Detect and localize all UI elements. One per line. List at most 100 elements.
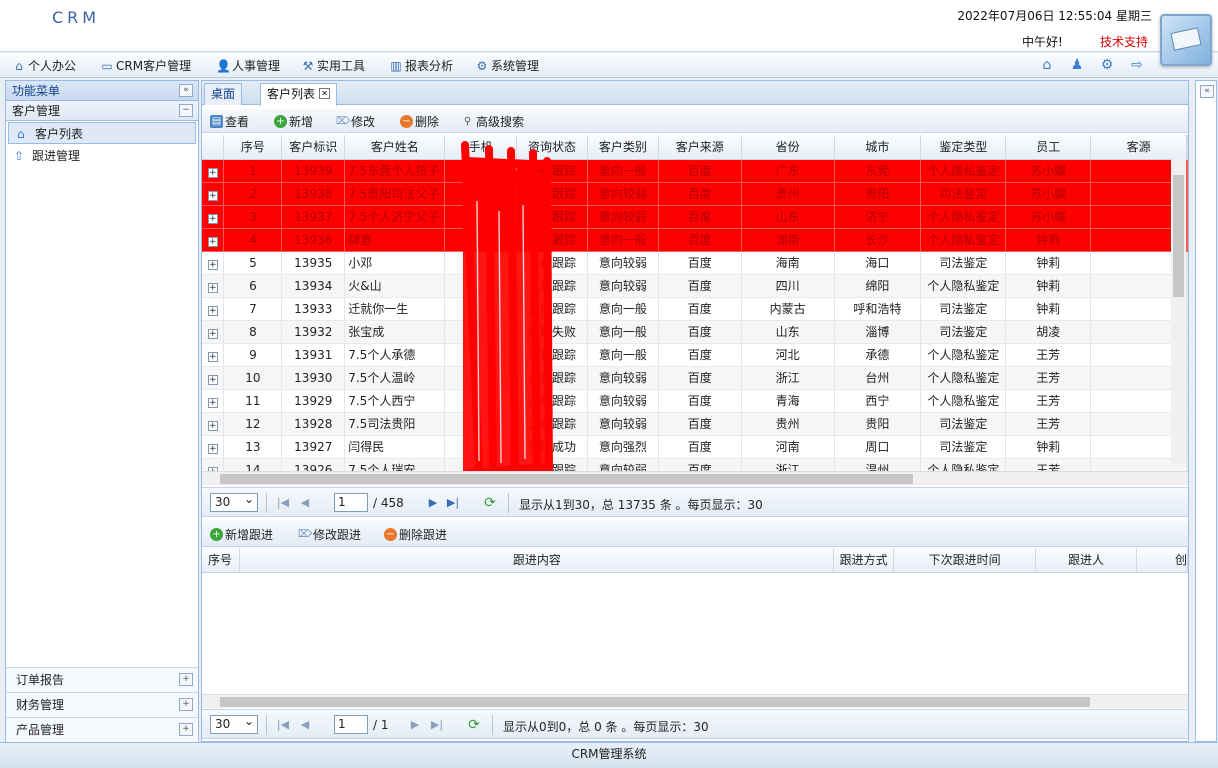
col-header[interactable]: 客户标识 <box>281 135 346 160</box>
table-row[interactable]: +13 13927 闫得民 受理成功 意向强烈 百度 河南 周口 司法鉴定 钟莉 <box>202 435 1188 459</box>
expand-icon[interactable]: + <box>207 190 218 201</box>
expand-icon[interactable]: + <box>207 236 218 247</box>
next-page-button[interactable]: ▶ <box>408 717 422 733</box>
expand-icon[interactable]: + <box>207 374 218 385</box>
settings-icon[interactable]: ⚙ <box>1098 56 1116 74</box>
menu-system[interactable]: ⚙ 系统管理 <box>475 57 539 74</box>
sidebar-item-customer-list[interactable]: ⌂ 客户列表 <box>8 122 196 144</box>
page-size-select[interactable]: 30 <box>210 491 258 512</box>
followup-horizontal-scrollbar[interactable] <box>202 694 1188 708</box>
col-header[interactable]: 跟进内容 <box>239 548 835 573</box>
col-header[interactable]: 客户姓名 <box>344 135 446 160</box>
page-number-input[interactable]: 1 <box>334 493 368 512</box>
expand-icon[interactable]: + <box>207 443 218 454</box>
expand-icon[interactable]: + <box>207 259 218 270</box>
sidebar-acc-products[interactable]: 产品管理 + <box>6 717 198 742</box>
col-header[interactable]: 客户类别 <box>587 135 659 160</box>
grid-horizontal-scrollbar[interactable] <box>202 471 1188 485</box>
expand-icon[interactable]: + <box>179 698 193 711</box>
add-followup-button[interactable]: + 新增跟进 <box>210 526 273 543</box>
table-row[interactable]: +6 13934 火&山 正在跟踪 意向较弱 百度 四川 绵阳 个人隐私鉴定 钟莉 <box>202 274 1188 298</box>
tab-customer-list[interactable]: 客户列表 ✕ <box>260 83 338 106</box>
col-header[interactable]: 跟进方式 <box>833 548 895 573</box>
table-row[interactable]: +7 13933 迁就你一生 正在跟踪 意向一般 百度 内蒙古 呼和浩特 司法鉴定 钟莉 <box>202 297 1188 321</box>
expand-icon[interactable]: + <box>207 213 218 224</box>
table-row[interactable]: +2 13938 7.5贵阳司法父子 正在跟踪 意向较弱 百度 贵州 贵阳 司法鉴定 苏小蝶 <box>202 182 1188 206</box>
refresh-icon[interactable]: ⟳ <box>483 495 497 511</box>
prev-page-button[interactable]: ◀ <box>298 717 312 733</box>
col-header[interactable]: 客户来源 <box>658 135 742 160</box>
page-number-input[interactable]: 1 <box>334 715 368 734</box>
expand-icon[interactable]: + <box>207 282 218 293</box>
table-row[interactable]: +11 13929 7.5个人西宁 正在跟踪 意向较弱 百度 青海 西宁 个人隐私鉴定 王芳 <box>202 389 1188 413</box>
logout-arrow-icon[interactable]: ⇨ <box>1128 56 1146 74</box>
delete-followup-button[interactable]: − 删除跟进 <box>384 526 447 543</box>
edit-followup-button[interactable]: ⌦ 修改跟进 <box>298 526 361 543</box>
tech-support-link[interactable]: 技术支持 <box>1100 33 1148 50</box>
collapse-section-button[interactable]: − <box>179 104 193 117</box>
row-expander[interactable]: + <box>202 228 225 252</box>
sidebar-section-customer[interactable]: 客户管理 − <box>6 101 198 121</box>
tab-desktop[interactable]: 桌面 <box>204 83 243 105</box>
row-expander[interactable]: + <box>202 274 225 298</box>
row-expander[interactable]: + <box>202 297 225 321</box>
row-expander[interactable]: + <box>202 159 225 183</box>
menu-personal-office[interactable]: ⌂ 个人办公 <box>12 57 76 74</box>
col-header[interactable]: 序号 <box>202 548 241 573</box>
row-expander[interactable]: + <box>202 412 225 436</box>
table-row[interactable]: +8 13932 张宝成 跟踪失败 意向一般 百度 山东 淄博 司法鉴定 胡凌 <box>202 320 1188 344</box>
collapse-sidebar-button[interactable]: « <box>179 84 193 97</box>
next-page-button[interactable]: ▶ <box>426 495 440 511</box>
last-page-button[interactable]: ▶| <box>430 717 444 733</box>
edit-button[interactable]: ⌦ 修改 <box>336 113 375 130</box>
sidebar-acc-finance[interactable]: 财务管理 + <box>6 692 198 717</box>
scroll-thumb[interactable] <box>220 697 1090 707</box>
close-icon[interactable]: ✕ <box>319 88 331 99</box>
expand-icon[interactable]: + <box>179 723 193 736</box>
row-expander[interactable]: + <box>202 343 225 367</box>
first-page-button[interactable]: |◀ <box>276 495 290 511</box>
advanced-search-button[interactable]: ⚲ 高级搜索 <box>461 113 524 130</box>
view-button[interactable]: ▤ 查看 <box>210 113 249 130</box>
table-row[interactable]: +12 13928 7.5司法贵阳 正在跟踪 意向较弱 百度 贵州 贵阳 司法鉴定 王芳 <box>202 412 1188 436</box>
row-expander[interactable]: + <box>202 320 225 344</box>
scroll-thumb[interactable] <box>1173 175 1184 297</box>
table-row[interactable]: +1 13939 7.5东莞个人孩子 正在跟踪 意向一般 百度 广东 东莞 个人隐私鉴定 苏小蝶 <box>202 159 1188 183</box>
col-header[interactable]: 客源 <box>1090 135 1187 160</box>
menu-tools[interactable]: ⚒ 实用工具 <box>301 57 365 74</box>
table-row[interactable]: +3 13937 7.5个人济宁父子 正在跟踪 意向较弱 百度 山东 济宁 个人隐私鉴定 苏小蝶 <box>202 205 1188 229</box>
expand-icon[interactable]: + <box>207 167 218 178</box>
expand-icon[interactable]: + <box>207 305 218 316</box>
col-header[interactable]: 员工 <box>1005 135 1092 160</box>
sidebar-acc-order-report[interactable]: 订单报告 + <box>6 667 198 692</box>
row-expander[interactable]: + <box>202 435 225 459</box>
page-size-select[interactable]: 30 <box>210 713 258 734</box>
col-header[interactable]: 省份 <box>741 135 835 160</box>
menu-hr[interactable]: 👤 人事管理 <box>216 57 280 74</box>
col-header[interactable]: 鉴定类型 <box>920 135 1007 160</box>
col-header[interactable]: 下次跟进时间 <box>893 548 1037 573</box>
col-header[interactable]: 创 <box>1136 548 1189 573</box>
table-row[interactable]: +10 13930 7.5个人温岭 正在跟踪 意向较弱 百度 浙江 台州 个人隐私鉴定 王芳 <box>202 366 1188 390</box>
row-expander[interactable]: + <box>202 182 225 206</box>
table-row[interactable]: +4 13936 肆意 正在跟踪 意向一般 百度 湖南 长沙 个人隐私鉴定 钟莉 <box>202 228 1188 252</box>
table-row[interactable]: +5 13935 小邓 正在跟踪 意向较弱 百度 海南 海口 司法鉴定 钟莉 <box>202 251 1188 275</box>
last-page-button[interactable]: ▶| <box>446 495 460 511</box>
expand-icon[interactable]: + <box>207 328 218 339</box>
row-expander[interactable]: + <box>202 389 225 413</box>
delete-button[interactable]: − 删除 <box>400 113 439 130</box>
row-expander[interactable]: + <box>202 205 225 229</box>
expand-icon[interactable]: + <box>207 351 218 362</box>
table-row[interactable]: +9 13931 7.5个人承德 正在跟踪 意向一般 百度 河北 承德 个人隐私鉴定 王芳 <box>202 343 1188 367</box>
user-icon[interactable]: ♟ <box>1068 56 1086 74</box>
user-avatar[interactable] <box>1160 14 1212 66</box>
menu-crm-customer[interactable]: ▭ CRM客户管理 <box>100 57 191 74</box>
col-header[interactable]: 跟进人 <box>1035 548 1137 573</box>
prev-page-button[interactable]: ◀ <box>298 495 312 511</box>
menu-reports[interactable]: ▥ 报表分析 <box>389 57 453 74</box>
row-expander[interactable]: + <box>202 251 225 275</box>
expand-icon[interactable]: + <box>207 397 218 408</box>
col-header[interactable]: 城市 <box>834 135 922 160</box>
expand-icon[interactable]: + <box>179 673 193 686</box>
expand-right-panel-button[interactable]: « <box>1200 85 1214 98</box>
